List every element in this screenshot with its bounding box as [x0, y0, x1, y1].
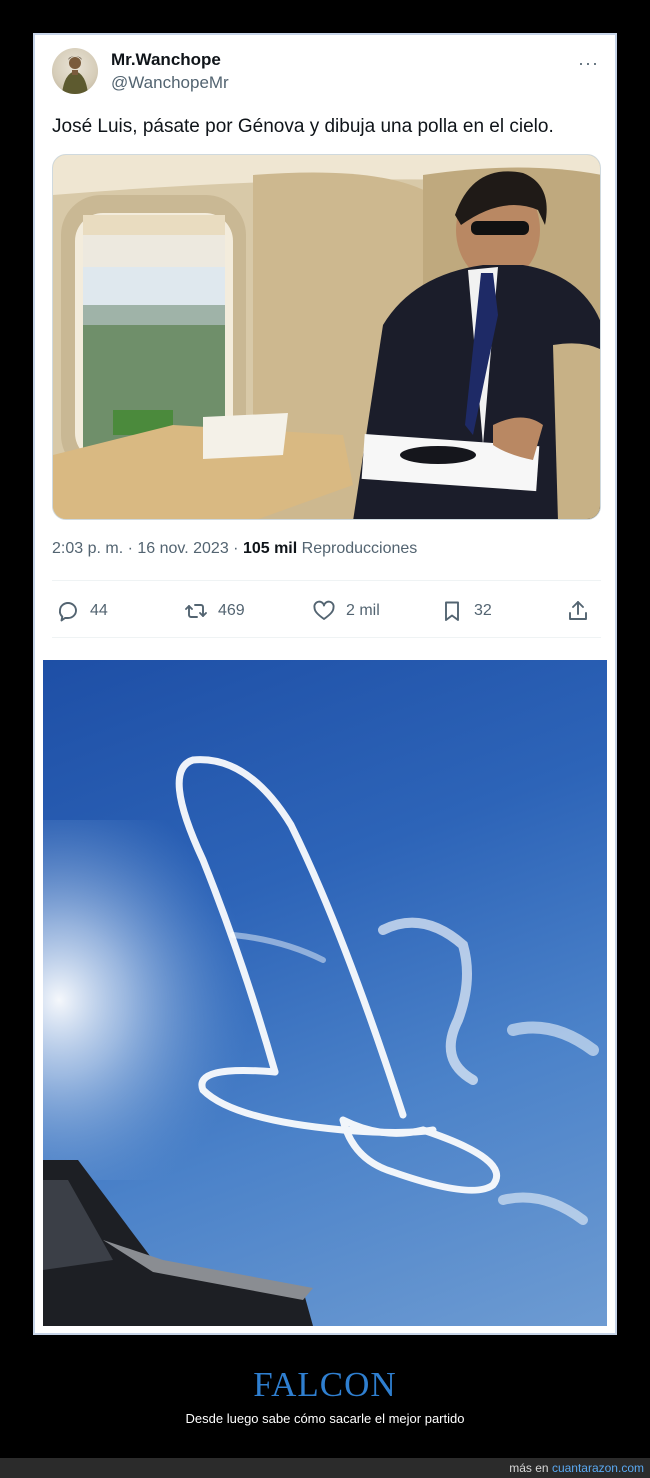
- views-label: Reproducciones: [301, 540, 418, 557]
- user-handle[interactable]: @WanchopeMr: [111, 73, 229, 93]
- like-button[interactable]: 2 mil: [312, 595, 380, 627]
- caption-subtitle: Desde luego sabe cómo sacarle el mejor p…: [185, 1411, 465, 1426]
- bookmark-button[interactable]: 32: [440, 595, 492, 627]
- footer-prefix: más en: [509, 1461, 549, 1475]
- tweet-time[interactable]: 2:03 p. m.: [52, 540, 123, 557]
- tweet-card: Mr.Wanchope @WanchopeMr ··· José Luis, p…: [35, 35, 615, 655]
- sky-photo: [43, 660, 607, 1326]
- meme-frame: Mr.Wanchope @WanchopeMr ··· José Luis, p…: [33, 33, 617, 1335]
- display-name[interactable]: Mr.Wanchope: [111, 50, 221, 70]
- more-icon[interactable]: ···: [578, 53, 599, 74]
- bookmark-icon: [445, 601, 459, 621]
- like-icon: [313, 600, 335, 620]
- share-button[interactable]: [566, 595, 590, 627]
- tweet-meta: 2:03 p. m. · 16 nov. 2023 · 105 mil Repr…: [52, 540, 417, 558]
- tweet-date[interactable]: 16 nov. 2023: [137, 540, 228, 557]
- caption-title: FALCON: [253, 1365, 397, 1404]
- bookmark-count: 32: [474, 602, 492, 619]
- meta-separator: ·: [228, 540, 243, 557]
- divider: [52, 637, 601, 638]
- footer-bar: más en cuantarazon.com: [0, 1458, 650, 1478]
- divider: [52, 580, 601, 581]
- like-count: 2 mil: [346, 602, 380, 619]
- tweet-text: José Luis, pásate por Génova y dibuja un…: [52, 116, 554, 137]
- tweet-photo[interactable]: [52, 154, 601, 520]
- views-count: 105 mil: [242, 540, 298, 557]
- share-icon: [569, 601, 587, 620]
- tweet-actions: 44 469 2 mil 32: [52, 595, 601, 627]
- retweet-icon: [185, 604, 207, 618]
- reply-icon: [59, 602, 77, 622]
- avatar[interactable]: [52, 48, 98, 94]
- reply-button[interactable]: 44: [56, 595, 108, 627]
- retweet-count: 469: [218, 602, 245, 619]
- meta-separator: ·: [123, 540, 138, 557]
- reply-count: 44: [90, 602, 108, 619]
- retweet-button[interactable]: 469: [184, 595, 245, 627]
- footer-site-link[interactable]: cuantarazon.com: [552, 1461, 644, 1475]
